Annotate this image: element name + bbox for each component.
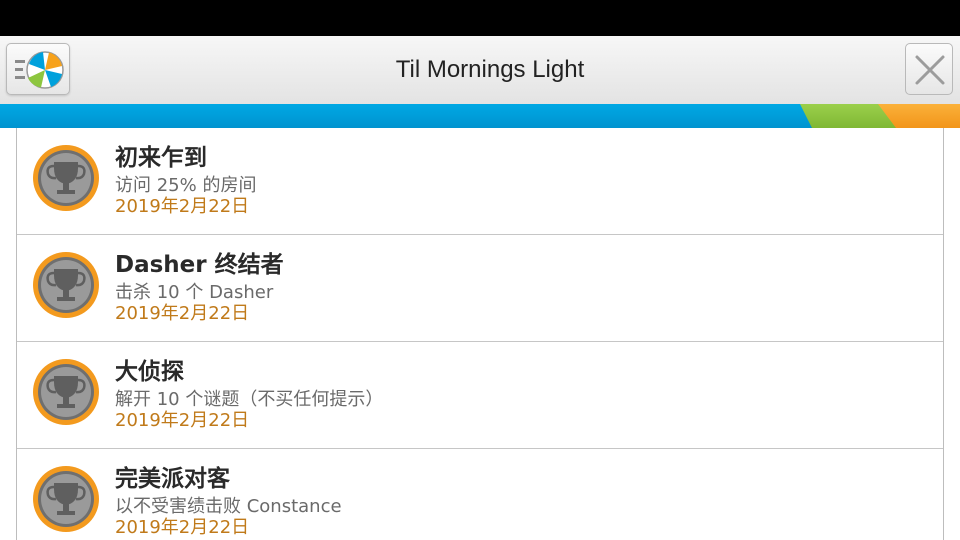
achievement-title: Dasher 终结者	[115, 252, 284, 278]
app-header: Til Mornings Light	[0, 36, 960, 105]
app-title: Til Mornings Light	[395, 56, 585, 83]
achievement-date: 2019年2月22日	[115, 410, 250, 431]
achievement-list: 初来乍到 访问 25% 的房间 2019年2月22日 Dasher 终结者 击杀…	[16, 128, 944, 540]
close-button[interactable]	[905, 43, 953, 95]
menu-button[interactable]	[6, 43, 70, 95]
achievement-date: 2019年2月22日	[115, 303, 250, 324]
close-icon	[915, 55, 945, 85]
trophy-icon	[33, 359, 99, 425]
trophy-icon	[33, 145, 99, 211]
status-bar	[0, 0, 960, 36]
achievement-title: 完美派对客	[115, 466, 230, 492]
achievement-item[interactable]: 完美派对客 以不受害绩击败 Constance 2019年2月22日	[17, 449, 943, 540]
achievement-title: 大侦探	[115, 359, 184, 385]
achievement-item[interactable]: Dasher 终结者 击杀 10 个 Dasher 2019年2月22日	[17, 235, 943, 342]
app-menu-icon	[15, 51, 64, 89]
trophy-icon	[33, 466, 99, 532]
trophy-icon	[33, 252, 99, 318]
header-color-band	[0, 104, 960, 128]
achievement-item[interactable]: 大侦探 解开 10 个谜题（不买任何提示） 2019年2月22日	[17, 342, 943, 449]
achievement-date: 2019年2月22日	[115, 196, 250, 217]
achievement-date: 2019年2月22日	[115, 517, 250, 538]
achievement-title: 初来乍到	[115, 145, 207, 171]
achievement-item[interactable]: 初来乍到 访问 25% 的房间 2019年2月22日	[17, 128, 943, 235]
